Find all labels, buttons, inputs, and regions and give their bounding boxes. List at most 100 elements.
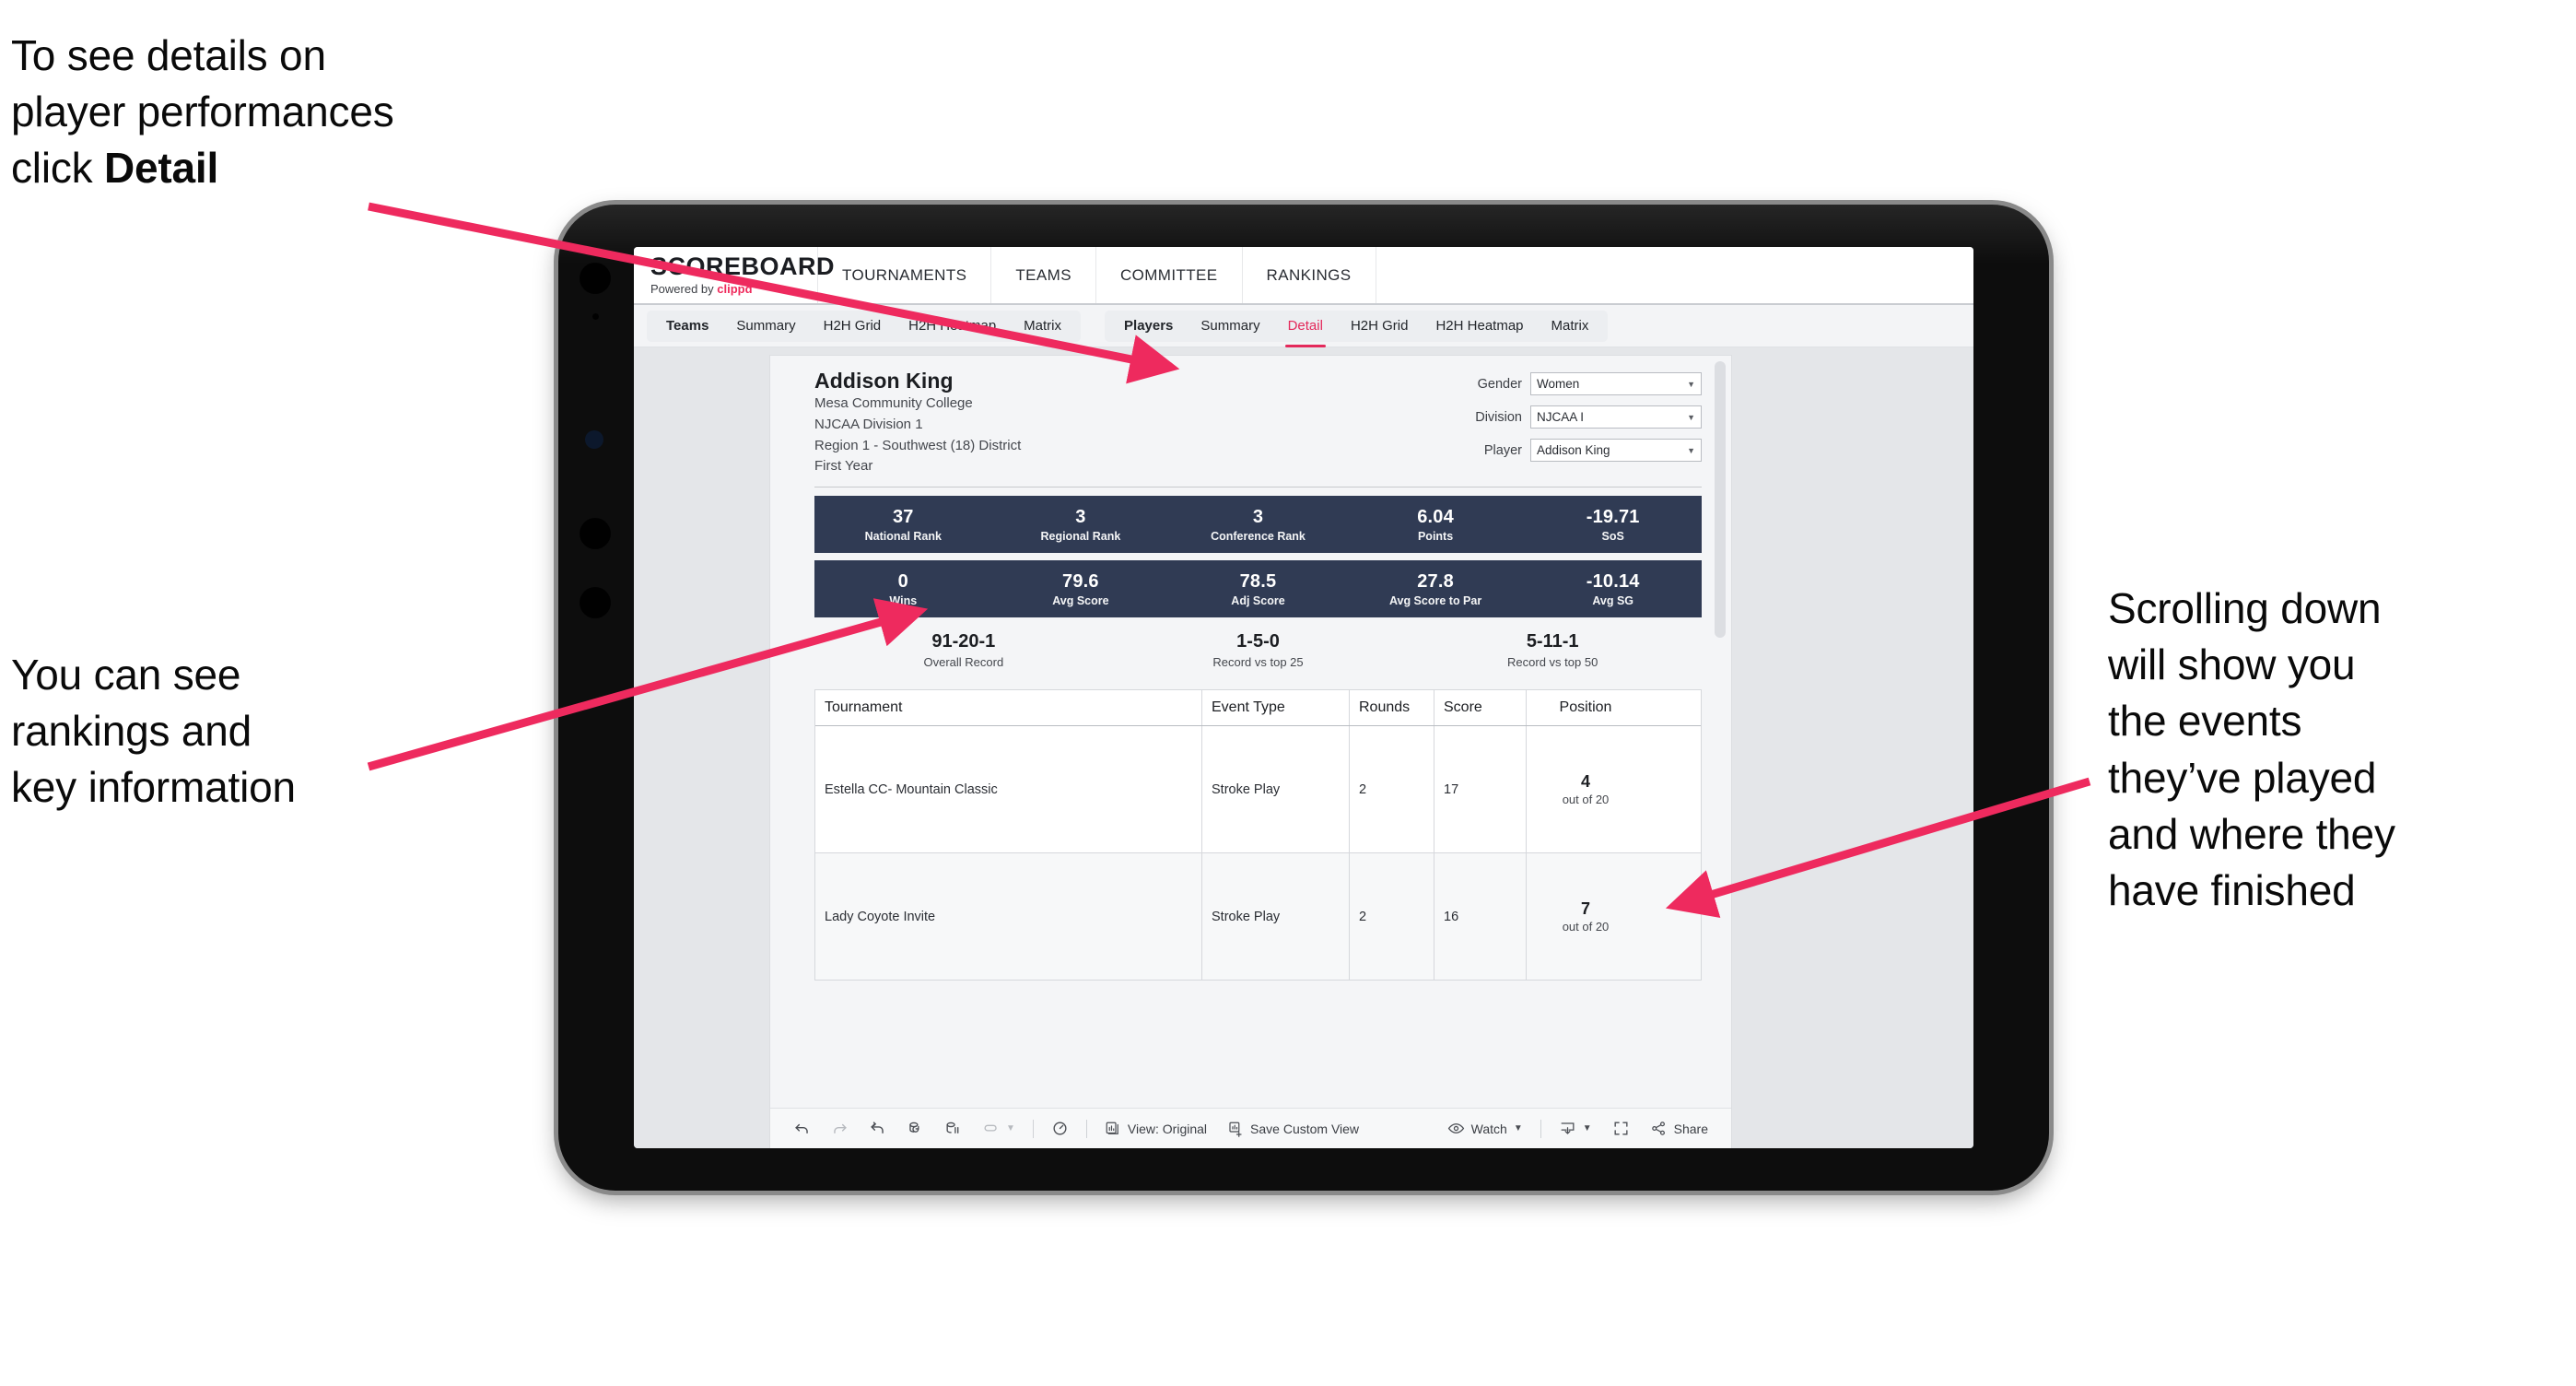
table-row[interactable]: Estella CC- Mountain Classic Stroke Play… (815, 726, 1701, 854)
record-overall-value: 91-20-1 (931, 631, 996, 652)
pause-data-button[interactable] (934, 1109, 972, 1148)
top-nav-teams-label: TEAMS (1015, 265, 1071, 284)
column-header-event-type[interactable]: Event Type (1202, 690, 1350, 726)
watch-label: Watch (1470, 1121, 1507, 1136)
watch-button[interactable]: Watch ▼ (1437, 1109, 1533, 1148)
player-name: Addison King (814, 369, 954, 393)
filter-division-select[interactable]: NJCAA I ▼ (1530, 405, 1702, 429)
annotation-right-line2: will show you (2108, 640, 2356, 689)
filter-division-label: Division (1475, 409, 1522, 425)
redo-button[interactable] (821, 1109, 859, 1148)
share-button[interactable]: Share (1640, 1109, 1718, 1148)
cell-tournament: Estella CC- Mountain Classic (815, 726, 1202, 853)
sub-nav-players-h2h-heatmap[interactable]: H2H Heatmap (1422, 311, 1537, 342)
cell-rounds: 2 (1350, 726, 1434, 853)
annotation-top-left-line3-prefix: click (11, 144, 105, 193)
sub-nav-players-matrix[interactable]: Matrix (1538, 311, 1603, 342)
cell-event-type: Stroke Play (1202, 853, 1350, 981)
view-original-button[interactable]: View: Original (1095, 1109, 1217, 1148)
viz-body: Addison King Mesa Community College NJCA… (770, 356, 1731, 1108)
save-custom-view-button[interactable]: Save Custom View (1217, 1109, 1369, 1148)
annotation-top-left-line3-bold: Detail (104, 144, 219, 193)
dashboard-canvas: Addison King Mesa Community College NJCA… (634, 347, 1973, 1148)
sub-nav-teams-summary-label: Summary (736, 317, 796, 334)
table-header-row: Tournament Event Type Rounds Score Posit… (815, 690, 1701, 727)
pause-auto-update-button[interactable]: ▼ (972, 1109, 1025, 1148)
stat-avg-score: 79.6 Avg Score (992, 571, 1170, 607)
record-top25-label: Record vs top 25 (1212, 655, 1304, 670)
cell-score: 16 (1434, 853, 1527, 981)
refresh-data-button[interactable] (896, 1109, 934, 1148)
top-nav-tournaments[interactable]: TOURNAMENTS (818, 247, 992, 303)
record-top25: 1-5-0 Record vs top 25 (1111, 631, 1406, 669)
top-nav-tournaments-label: TOURNAMENTS (842, 265, 967, 284)
sub-nav-players-detail[interactable]: Detail (1274, 311, 1337, 347)
sub-nav-teams[interactable]: Teams (652, 311, 722, 342)
filter-gender-label: Gender (1477, 376, 1522, 392)
viz-vertical-scrollbar[interactable] (1715, 361, 1726, 638)
tablet-device-frame: SCOREBOARD Powered by clippd TOURNAMENTS… (558, 205, 2049, 1191)
filter-division: Division NJCAA I ▼ (1425, 405, 1702, 429)
stat-conference-rank-value: 3 (1252, 506, 1264, 527)
brand-powered-prefix: Powered by (650, 282, 718, 296)
stat-avg-sg-value: -10.14 (1586, 570, 1640, 592)
top-nav-committee-label: COMMITTEE (1119, 265, 1218, 284)
sub-nav-players-detail-label: Detail (1287, 317, 1323, 334)
filter-player: Player Addison King ▼ (1425, 439, 1702, 462)
sub-nav-teams-h2h-grid[interactable]: H2H Grid (810, 311, 896, 342)
brand-powered-name: clippd (717, 282, 753, 296)
column-header-position[interactable]: Position (1527, 690, 1645, 725)
sub-nav-players[interactable]: Players (1110, 311, 1187, 342)
cell-tournament: Lady Coyote Invite (815, 853, 1202, 981)
filter-panel: Gender Women ▼ Division NJCAA I ▼ Player… (1425, 369, 1702, 472)
stat-wins-label: Wins (889, 593, 918, 607)
filter-gender-select[interactable]: Women ▼ (1530, 372, 1702, 395)
filter-gender-value: Women (1537, 377, 1580, 391)
viz-toolbar: ▼ View: Original Save Custom View Watch … (770, 1108, 1731, 1148)
undo-button[interactable] (783, 1109, 821, 1148)
annotation-mid-left-line1: You can see (11, 651, 241, 699)
stat-regional-rank-label: Regional Rank (1040, 529, 1121, 543)
sub-nav-teams-summary[interactable]: Summary (722, 311, 809, 342)
top-nav-rankings[interactable]: RANKINGS (1243, 247, 1376, 303)
sub-nav-players-h2h-grid[interactable]: H2H Grid (1337, 311, 1423, 342)
tablet-camera-icon (580, 263, 611, 294)
annotation-mid-left-line3: key information (11, 763, 296, 812)
revert-button[interactable] (859, 1109, 896, 1148)
filter-player-select[interactable]: Addison King ▼ (1530, 439, 1702, 462)
sub-nav-players-matrix-label: Matrix (1551, 317, 1589, 334)
table-row[interactable]: Lady Coyote Invite Stroke Play 2 16 7 ou… (815, 853, 1701, 981)
brand-logo[interactable]: SCOREBOARD Powered by clippd (634, 247, 835, 303)
chevron-down-icon: ▼ (1582, 1123, 1592, 1133)
sub-nav-group-teams: Teams Summary H2H Grid H2H Heatmap Matri… (647, 310, 1082, 342)
stat-sos-value: -19.71 (1586, 506, 1640, 527)
stat-regional-rank-value: 3 (1075, 506, 1086, 527)
filter-player-label: Player (1483, 442, 1522, 458)
column-header-tournament[interactable]: Tournament (815, 690, 1202, 726)
tablet-side-button-upper (580, 518, 611, 549)
pause-updates-clock-button[interactable] (1041, 1109, 1079, 1148)
player-header-row: Addison King Mesa Community College NJCA… (814, 369, 1702, 477)
toolbar-divider (1085, 1119, 1087, 1138)
stat-adj-score: 78.5 Adj Score (1169, 571, 1347, 607)
download-button[interactable]: ▼ (1549, 1109, 1602, 1148)
top-nav-committee[interactable]: COMMITTEE (1096, 247, 1243, 303)
column-header-score[interactable]: Score (1434, 690, 1527, 726)
stat-points-label: Points (1417, 529, 1454, 543)
sub-nav-players-summary[interactable]: Summary (1187, 311, 1273, 342)
toolbar-divider (1032, 1119, 1034, 1138)
stat-conference-rank-label: Conference Rank (1211, 529, 1306, 543)
tablet-screen: SCOREBOARD Powered by clippd TOURNAMENTS… (634, 247, 1973, 1148)
column-header-rounds[interactable]: Rounds (1350, 690, 1434, 726)
app-header: SCOREBOARD Powered by clippd TOURNAMENTS… (634, 247, 1973, 305)
sub-nav-teams-matrix[interactable]: Matrix (1010, 311, 1075, 342)
top-nav-teams[interactable]: TEAMS (991, 247, 1096, 303)
chevron-down-icon: ▼ (1006, 1123, 1015, 1133)
annotation-right: Scrolling down will show you the events … (2108, 581, 2569, 919)
annotation-top-left-line2: player performances (11, 88, 394, 136)
record-overall: 91-20-1 Overall Record (816, 631, 1111, 669)
tablet-side-button-lower (580, 587, 611, 618)
fullscreen-button[interactable] (1602, 1109, 1640, 1148)
sub-nav-teams-h2h-heatmap[interactable]: H2H Heatmap (895, 311, 1010, 342)
stat-national-rank-value: 37 (892, 506, 914, 527)
